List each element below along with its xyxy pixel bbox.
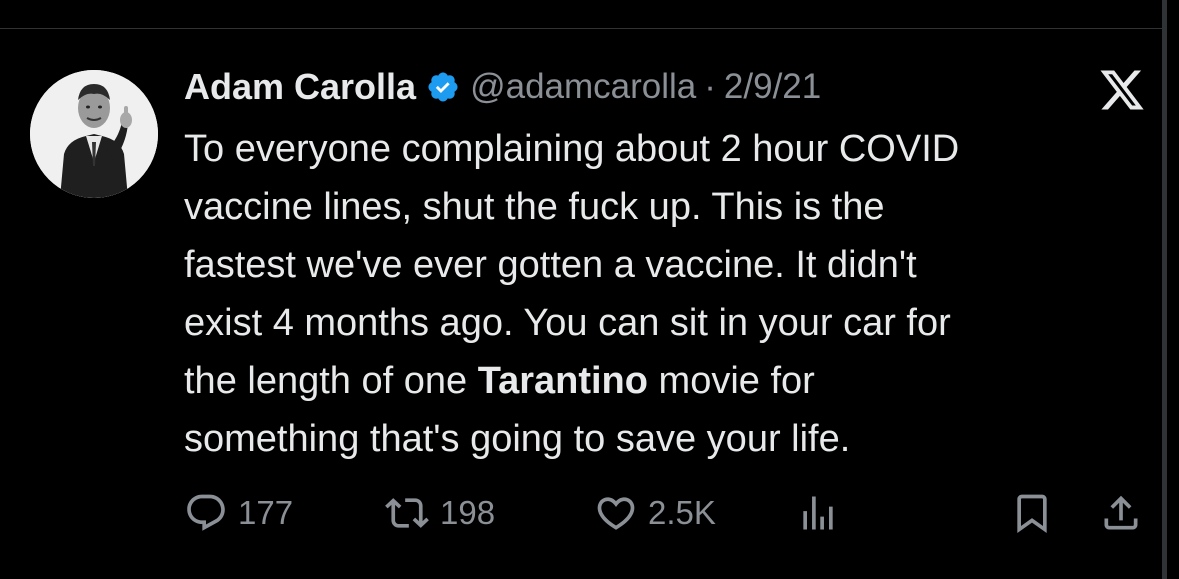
author-handle[interactable]: @adamcarolla [470,67,696,107]
tweet-text-line: the length of one Tarantino movie for [184,352,1134,410]
retweet-count: 198 [440,494,496,531]
tweet-text-line: fastest we've ever gotten a vaccine. It … [184,244,917,286]
tweet-text-line: exist 4 months ago. You can sit in your … [184,302,951,344]
avatar[interactable] [30,70,158,198]
reply-count: 177 [238,494,294,531]
tweet-text-line: vaccine lines, shut the fuck up. This is… [184,186,885,228]
tweet-text-bold: Tarantino [477,360,648,402]
heart-icon [594,491,638,535]
top-divider [0,28,1162,29]
tweet-text-line: To everyone complaining about 2 hour COV… [184,128,960,170]
like-button[interactable]: 2.5K [594,488,716,538]
like-count: 2.5K [648,494,716,531]
header-separator: · [704,67,716,106]
verified-badge-icon [426,70,460,104]
tweet-text: To everyone complaining about 2 hour COV… [184,120,1134,468]
x-logo-icon[interactable] [1098,66,1146,114]
views-button[interactable] [796,488,840,538]
tweet-text-line: something that's going to save your life… [184,418,851,460]
bookmark-icon [1010,491,1054,535]
retweet-button[interactable]: 198 [384,488,495,538]
tweet-text-segment: movie for [647,360,815,402]
reply-button[interactable]: 177 [184,488,293,538]
views-icon [796,491,840,535]
tweet-date[interactable]: 2/9/21 [724,67,821,107]
share-button[interactable] [1099,488,1143,538]
tweet-text-segment: the length of one [184,360,478,402]
avatar-image [30,70,158,198]
reply-icon [184,491,228,535]
tweet-header: Adam Carolla @adamcarolla · 2/9/21 [184,62,821,112]
share-icon [1099,491,1143,535]
bookmark-button[interactable] [1010,488,1054,538]
author-display-name[interactable]: Adam Carolla [184,66,416,108]
tweet-actions: 177 198 2.5K [184,488,1149,538]
right-edge-divider [1162,0,1167,579]
retweet-icon [384,491,430,535]
